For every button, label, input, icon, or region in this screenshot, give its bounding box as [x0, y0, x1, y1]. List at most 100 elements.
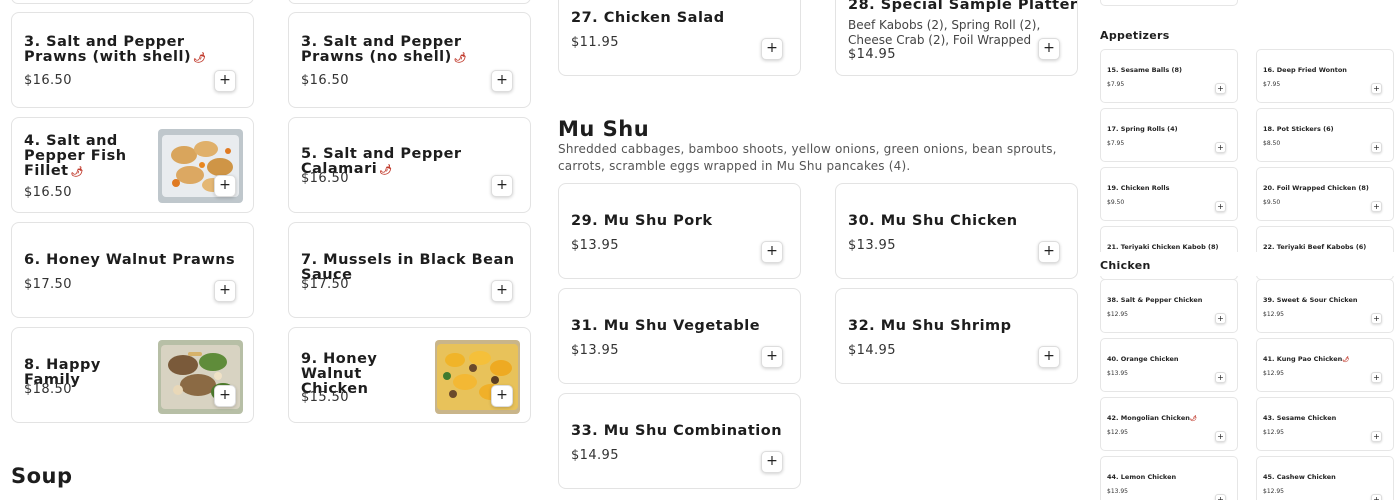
mini-item-name: 18. Pot Stickers (6) — [1263, 125, 1334, 133]
item-name: 3. Salt and Pepper Prawns (no shell) 🌶 — [301, 34, 467, 65]
item-price: $16.50 — [301, 73, 349, 88]
add-button[interactable]: + — [214, 70, 236, 92]
add-button[interactable]: + — [491, 280, 513, 302]
add-button[interactable]: + — [491, 385, 513, 407]
pepper-icon: 🌶 — [379, 165, 393, 176]
add-button[interactable]: + — [491, 70, 513, 92]
menu-item-card[interactable]: 32. Mu Shu Shrimp $14.95 + — [835, 288, 1078, 384]
add-button[interactable]: + — [1215, 372, 1226, 383]
menu-item-card[interactable]: 28. Special Sample Platter Beef Kabobs (… — [835, 0, 1078, 76]
menu-item-card[interactable]: 3. Salt and Pepper Prawns (with shell) 🌶 … — [11, 12, 254, 108]
mini-item-card[interactable]: 16. Deep Fried Wonton $7.95 + — [1256, 49, 1394, 103]
mini-item-card[interactable]: 44. Lemon Chicken $13.95 + — [1100, 456, 1238, 500]
mini-item-card[interactable]: 42. Mongolian Chicken🌶 $12.95 + — [1100, 397, 1238, 451]
mini-item-price: $12.95 — [1107, 429, 1128, 436]
mini-item-name: 44. Lemon Chicken — [1107, 473, 1177, 481]
item-price: $16.50 — [301, 171, 349, 186]
add-button[interactable]: + — [1371, 83, 1382, 94]
mini-item-card[interactable]: 41. Kung Pao Chicken🌶 $12.95 + — [1256, 338, 1394, 392]
item-price: $17.50 — [24, 277, 72, 292]
mini-item-card[interactable]: 43. Sesame Chicken $12.95 + — [1256, 397, 1394, 451]
item-name: 30. Mu Shu Chicken — [848, 213, 1018, 229]
add-button[interactable]: + — [761, 346, 783, 368]
add-button[interactable]: + — [1371, 494, 1382, 500]
menu-item-card[interactable] — [288, 0, 531, 4]
item-price: $18.50 — [24, 382, 72, 397]
add-button[interactable]: + — [1215, 201, 1226, 212]
add-button[interactable]: + — [1038, 241, 1060, 263]
menu-item-card[interactable]: 4. Salt and Pepper Fish Fillet 🌶 $16.50 + — [11, 117, 254, 213]
item-price: $14.95 — [848, 47, 896, 62]
menu-item-card[interactable]: 30. Mu Shu Chicken $13.95 + — [835, 183, 1078, 279]
item-name: 27. Chicken Salad — [571, 10, 725, 26]
add-button[interactable]: + — [1215, 313, 1226, 324]
item-price: $13.95 — [571, 238, 619, 253]
add-button[interactable]: + — [491, 175, 513, 197]
mini-item-card[interactable]: 40. Orange Chicken $13.95 + — [1100, 338, 1238, 392]
add-button[interactable]: + — [1371, 372, 1382, 383]
mini-item-card[interactable]: 19. Chicken Rolls $9.50 + — [1100, 167, 1238, 221]
add-button[interactable]: + — [1371, 431, 1382, 442]
mini-item-card[interactable]: 20. Foil Wrapped Chicken (8) $9.50 + — [1256, 167, 1394, 221]
add-button[interactable]: + — [761, 38, 783, 60]
item-price: $14.95 — [571, 448, 619, 463]
add-button[interactable]: + — [1215, 431, 1226, 442]
menu-item-card[interactable]: 8. Happy Family $18.50 + — [11, 327, 254, 423]
add-button[interactable]: + — [1215, 83, 1226, 94]
mini-item-card[interactable] — [1100, 0, 1238, 6]
item-price: $14.95 — [848, 343, 896, 358]
mini-item-price: $12.95 — [1263, 429, 1284, 436]
menu-item-card[interactable]: 7. Mussels in Black Bean Sauce $17.50 + — [288, 222, 531, 318]
add-button[interactable]: + — [1371, 142, 1382, 153]
add-button[interactable]: + — [761, 451, 783, 473]
menu-item-card[interactable]: 27. Chicken Salad $11.95 + — [558, 0, 801, 76]
add-button[interactable]: + — [214, 280, 236, 302]
add-button[interactable]: + — [1371, 201, 1382, 212]
mini-item-price: $7.95 — [1107, 81, 1125, 88]
mini-item-card[interactable]: 15. Sesame Balls (8) $7.95 + — [1100, 49, 1238, 103]
menu-item-card[interactable]: 9. Honey Walnut Chicken $15.50 + — [288, 327, 531, 423]
mini-item-price: $12.95 — [1263, 311, 1284, 318]
mini-item-card[interactable]: 38. Salt & Pepper Chicken $12.95 + — [1100, 279, 1238, 333]
mini-item-card[interactable]: 39. Sweet & Sour Chicken $12.95 + — [1256, 279, 1394, 333]
mini-item-name: 17. Spring Rolls (4) — [1107, 125, 1178, 133]
add-button[interactable]: + — [1038, 38, 1060, 60]
mini-item-name: 22. Teriyaki Beef Kabobs (6) — [1263, 243, 1367, 251]
menu-item-card[interactable]: 5. Salt and Pepper Calamari 🌶 $16.50 + — [288, 117, 531, 213]
add-button[interactable]: + — [761, 241, 783, 263]
add-button[interactable]: + — [1371, 313, 1382, 324]
mini-item-name: 40. Orange Chicken — [1107, 355, 1179, 363]
item-price: $13.95 — [848, 238, 896, 253]
item-description: Beef Kabobs (2), Spring Roll (2), Cheese… — [848, 18, 1041, 47]
mini-item-card[interactable]: 18. Pot Stickers (6) $8.50 + — [1256, 108, 1394, 162]
section-title: Appetizers — [1100, 29, 1170, 42]
section-title: Soup — [11, 464, 73, 488]
menu-item-card[interactable]: 29. Mu Shu Pork $13.95 + — [558, 183, 801, 279]
item-price: $15.50 — [301, 390, 349, 405]
add-button[interactable]: + — [1215, 494, 1226, 500]
add-button[interactable]: + — [1215, 142, 1226, 153]
item-price: $17.50 — [301, 277, 349, 292]
menu-item-card[interactable]: 6. Honey Walnut Prawns $17.50 + — [11, 222, 254, 318]
add-button[interactable]: + — [214, 175, 236, 197]
mini-item-card[interactable]: 45. Cashew Chicken $12.95 + — [1256, 456, 1394, 500]
mini-item-name: 41. Kung Pao Chicken🌶 — [1263, 355, 1350, 363]
item-name: 32. Mu Shu Shrimp — [848, 318, 1012, 334]
mini-item-name: 15. Sesame Balls (8) — [1107, 66, 1182, 74]
mini-item-price: $9.50 — [1263, 199, 1281, 206]
menu-item-card[interactable]: 3. Salt and Pepper Prawns (no shell) 🌶 $1… — [288, 12, 531, 108]
add-button[interactable]: + — [1038, 346, 1060, 368]
item-name: 33. Mu Shu Combination — [571, 423, 783, 439]
item-price: $16.50 — [24, 185, 72, 200]
item-name: 6. Honey Walnut Prawns — [24, 252, 236, 268]
mini-item-card[interactable]: 17. Spring Rolls (4) $7.95 + — [1100, 108, 1238, 162]
item-name: 4. Salt and Pepper Fish Fillet 🌶 — [24, 133, 127, 179]
mini-item-name: 45. Cashew Chicken — [1263, 473, 1336, 481]
add-button[interactable]: + — [214, 385, 236, 407]
sticky-header: Chicken — [1096, 252, 1400, 276]
menu-item-card[interactable]: 31. Mu Shu Vegetable $13.95 + — [558, 288, 801, 384]
mini-item-price: $7.95 — [1107, 140, 1125, 147]
menu-item-card[interactable]: 33. Mu Shu Combination $14.95 + — [558, 393, 801, 489]
menu-item-card[interactable] — [11, 0, 254, 4]
item-name: 28. Special Sample Platter — [848, 0, 1078, 13]
